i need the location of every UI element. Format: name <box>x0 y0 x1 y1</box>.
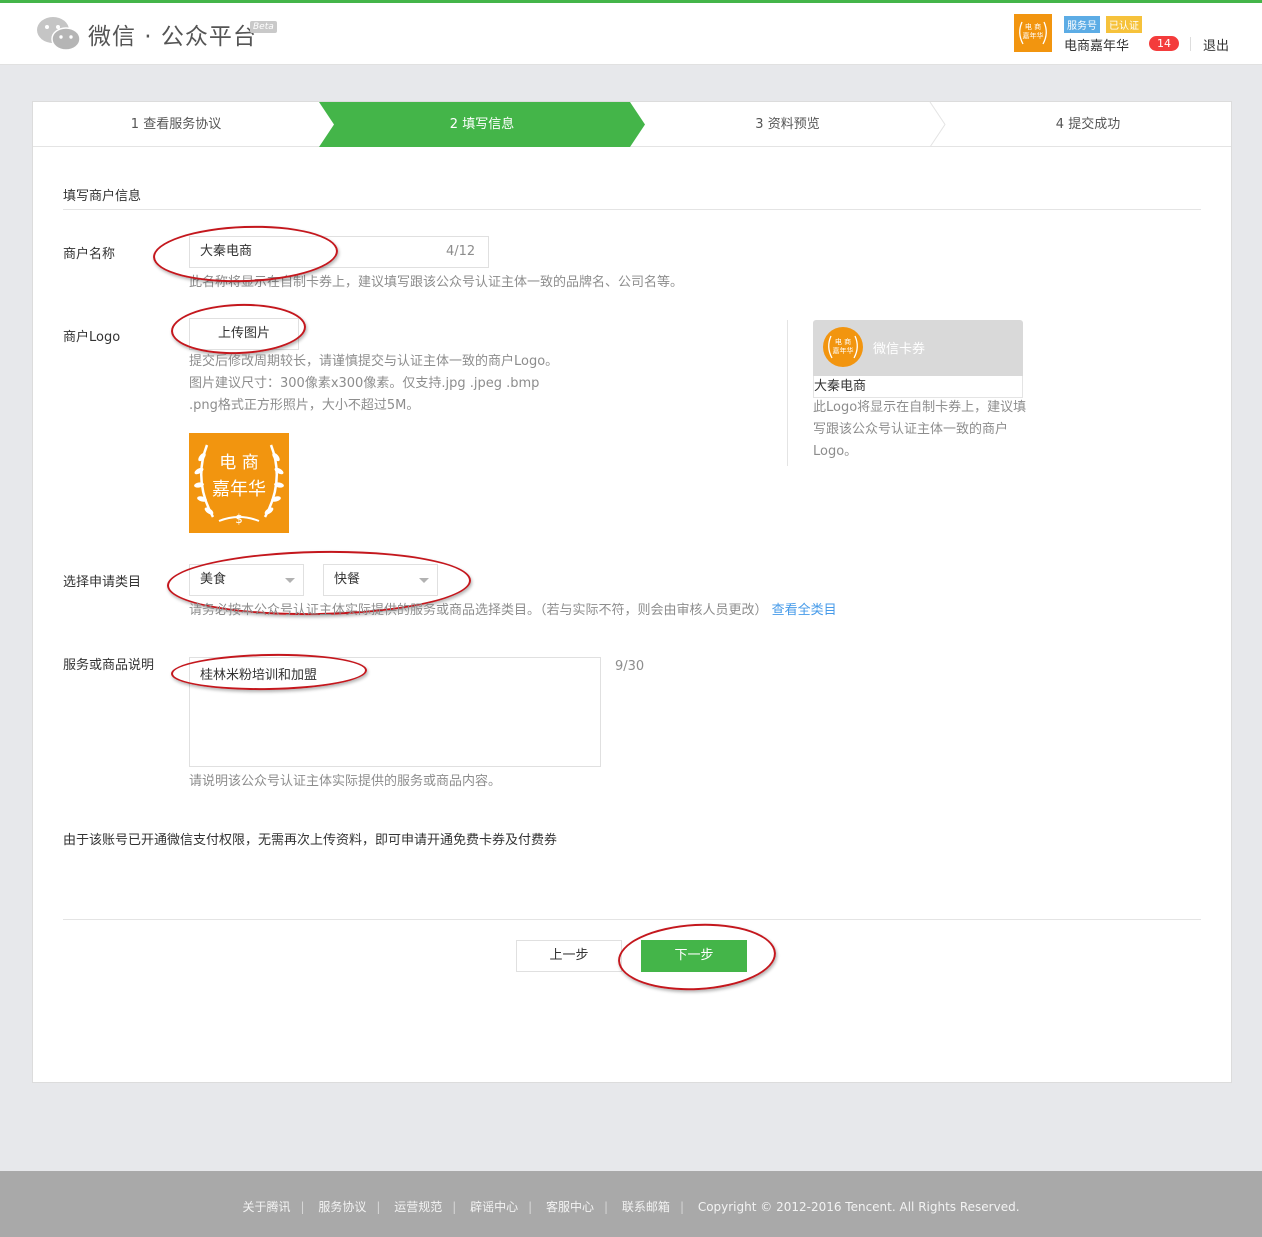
previous-step-button[interactable]: 上一步 <box>516 940 622 972</box>
footer-link-agreement[interactable]: 服务协议 <box>318 1200 366 1214</box>
footer-link-email[interactable]: 联系邮箱 <box>622 1200 670 1214</box>
laurel-logo-icon: 电 商 嘉年华 <box>1019 21 1047 45</box>
card-hint: 此Logo将显示在自制卡券上，建议填写跟该公众号认证主体一致的商户Logo。 <box>813 400 1027 459</box>
category-hint-text: 请务必按本公众号认证主体实际提供的服务或商品选择类目。（若与实际不符，则会由审核… <box>189 603 768 618</box>
header-divider <box>1190 37 1191 51</box>
category-primary-value: 美食 <box>200 572 227 587</box>
logo-text-line3: $ <box>235 512 243 526</box>
beta-badge: Beta <box>250 21 277 33</box>
next-step-button[interactable]: 下一步 <box>641 940 747 972</box>
step-1: 1 查看服务协议 <box>130 117 222 132</box>
merchant-name-label: 商户名称 <box>63 247 116 262</box>
logo-text-line1: 电 商 <box>219 453 258 473</box>
card-avatar: 电 商 嘉年华 <box>823 327 863 367</box>
site-footer: 关于腾讯 | 服务协议 | 运营规范 | 辟谣中心 | 客服中心 | 联系邮箱 | Copy… <box>0 1171 1262 1237</box>
merchant-name-input[interactable]: 大秦电商 <box>189 236 489 268</box>
upload-image-button[interactable]: 上传图片 <box>189 318 299 350</box>
verified-tag: 已认证 <box>1106 16 1142 33</box>
main-panel: 1 查看服务协议 2 填写信息 3 资料预览 4 提交成功 填写商户信息 商户名… <box>32 101 1232 1083</box>
wechat-logo-icon <box>37 17 81 51</box>
description-counter: 9/30 <box>615 659 645 674</box>
chevron-down-icon <box>285 578 295 583</box>
message-count-badge[interactable]: 14 <box>1149 36 1179 51</box>
step-4: 4 提交成功 <box>1055 117 1121 132</box>
description-value: 桂林米粉培训和加盟 <box>200 668 318 683</box>
category-secondary-value: 快餐 <box>334 572 361 587</box>
footer-link-rules[interactable]: 运营规范 <box>394 1200 442 1214</box>
description-textarea[interactable]: 桂林米粉培训和加盟 <box>189 657 601 767</box>
logo-hint-3: .png格式正方形照片，大小不超过5M。 <box>189 398 420 413</box>
footer-link-about[interactable]: 关于腾讯 <box>242 1200 290 1214</box>
footer-link-support[interactable]: 客服中心 <box>546 1200 594 1214</box>
section-divider <box>63 209 1201 210</box>
service-account-tag: 服务号 <box>1064 16 1100 33</box>
card-merchant-name: 大秦电商 <box>813 376 1023 398</box>
logo-label: 商户Logo <box>63 330 121 345</box>
svg-text:电 商: 电 商 <box>1025 22 1041 31</box>
section-title: 填写商户信息 <box>63 189 142 204</box>
header: 微信 · 公众平台 Beta 电 商 嘉年华 服务号 已认证 电商嘉年华 14 … <box>0 3 1262 65</box>
preview-divider <box>787 320 788 466</box>
description-hint: 请说明该公众号认证主体实际提供的服务或商品内容。 <box>189 774 502 789</box>
merchant-name-hint: 此名称将显示在自制卡券上，建议填写跟该公众号认证主体一致的品牌名、公司名等。 <box>189 275 684 290</box>
description-label: 服务或商品说明 <box>63 658 155 673</box>
form-footer-divider <box>63 919 1201 920</box>
view-all-categories-link[interactable]: 查看全类目 <box>772 603 837 618</box>
category-secondary-select[interactable]: 快餐 <box>323 564 438 596</box>
laurel-logo-icon: 电 商 嘉年华 <box>828 335 858 359</box>
svg-text:电 商: 电 商 <box>835 337 851 346</box>
account-avatar[interactable]: 电 商 嘉年华 <box>1014 14 1052 52</box>
category-hint: 请务必按本公众号认证主体实际提供的服务或商品选择类目。（若与实际不符，则会由审核… <box>189 600 837 622</box>
logo-hint-2: 图片建议尺寸：300像素x300像素。仅支持.jpg .jpeg .bmp <box>189 376 540 391</box>
logout-link[interactable]: 退出 <box>1203 35 1229 54</box>
payment-notice: 由于该账号已开通微信支付权限，无需再次上传资料，即可申请开通免费卡券及付费券 <box>63 833 558 848</box>
logo-text-line2: 嘉年华 <box>212 479 266 500</box>
svg-text:嘉年华: 嘉年华 <box>833 346 854 355</box>
platform-title[interactable]: 微信 · 公众平台 <box>88 17 257 51</box>
category-primary-select[interactable]: 美食 <box>189 564 304 596</box>
laurel-logo-icon: 电 商 嘉年华 $ <box>194 444 284 526</box>
category-label: 选择申请类目 <box>63 575 142 590</box>
footer-copyright: Copyright © 2012-2016 Tencent. All Right… <box>697 1200 1020 1214</box>
step-2-active: 2 填写信息 <box>449 117 515 132</box>
card-title: 微信卡券 <box>873 342 926 357</box>
logo-hint-1: 提交后修改周期较长，请谨慎提交与认证主体一致的商户Logo。 <box>189 354 559 369</box>
account-name[interactable]: 电商嘉年华 <box>1064 35 1129 54</box>
svg-text:嘉年华: 嘉年华 <box>1023 31 1044 40</box>
footer-links: 关于腾讯 | 服务协议 | 运营规范 | 辟谣中心 | 客服中心 | 联系邮箱 | Copy… <box>242 1200 1020 1214</box>
logo-preview-image: 电 商 嘉年华 $ <box>189 433 289 533</box>
chevron-down-icon <box>419 578 429 583</box>
merchant-name-counter: 4/12 <box>446 244 476 259</box>
step-progress: 1 查看服务协议 2 填写信息 3 资料预览 4 提交成功 <box>33 102 1231 147</box>
merchant-name-value: 大秦电商 <box>200 244 253 259</box>
step-3: 3 资料预览 <box>755 117 820 132</box>
footer-link-rumor-center[interactable]: 辟谣中心 <box>470 1200 518 1214</box>
